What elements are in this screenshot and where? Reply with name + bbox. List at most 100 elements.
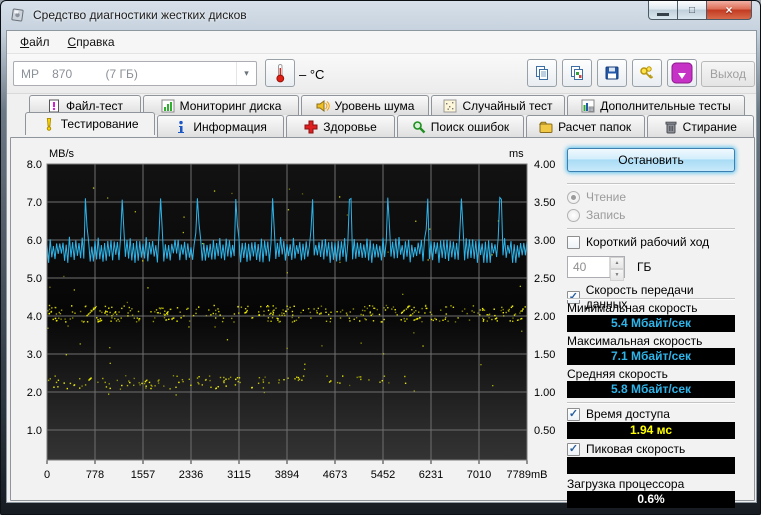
svg-text:4673: 4673 xyxy=(323,469,347,481)
separator xyxy=(567,402,735,404)
svg-text:5.0: 5.0 xyxy=(27,273,42,285)
radio-write-label: Запись xyxy=(586,208,625,222)
tab-label: Случайный тест xyxy=(462,99,552,113)
tab-random-test[interactable]: Случайный тест xyxy=(431,95,565,115)
tab-label: Мониторинг диска xyxy=(180,99,282,113)
svg-text:1.50: 1.50 xyxy=(534,349,555,361)
close-button[interactable]: × xyxy=(707,1,752,20)
svg-text:3894: 3894 xyxy=(275,469,299,481)
tab-strip: Файл-тест Мониторинг диска Уровень шума … xyxy=(7,94,756,138)
disk-icon xyxy=(9,7,26,23)
file-test-icon xyxy=(47,99,61,113)
tab-label: Файл-тест xyxy=(66,99,123,113)
svg-text:2.0: 2.0 xyxy=(27,387,42,399)
maximize-icon: □ xyxy=(689,5,695,16)
keys-icon xyxy=(638,65,656,81)
tab-label: Стирание xyxy=(683,120,737,134)
burst-rate-value xyxy=(567,457,735,474)
radio-write[interactable] xyxy=(567,209,580,222)
max-speed-label: Максимальная скорость xyxy=(567,334,735,348)
svg-text:4.0: 4.0 xyxy=(27,311,42,323)
chevron-down-icon[interactable]: ▾ xyxy=(236,62,256,85)
bar-chart-icon xyxy=(161,99,175,113)
burst-rate-label: Пиковая скорость xyxy=(586,442,685,456)
cpu-usage-value: 0.6% xyxy=(567,491,735,508)
svg-text:6231: 6231 xyxy=(419,469,443,481)
svg-text:1557: 1557 xyxy=(131,469,155,481)
close-icon: × xyxy=(725,3,732,17)
tab-disk-monitoring[interactable]: Мониторинг диска xyxy=(143,95,299,115)
svg-text:0.50: 0.50 xyxy=(534,425,555,437)
tab-erase[interactable]: Стирание xyxy=(647,115,754,138)
temperature-value: – °C xyxy=(299,67,324,82)
tab-folder-usage[interactable]: Расчет папок xyxy=(526,115,645,138)
separator xyxy=(567,228,735,230)
stop-button[interactable]: Остановить xyxy=(567,148,735,172)
speaker-icon xyxy=(316,99,330,113)
short-stroke-size-input[interactable]: 40 ▲ ▼ xyxy=(567,256,625,278)
access-time-value: 1.94 мс xyxy=(567,422,735,439)
tab-additional-tests[interactable]: Дополнительные тесты xyxy=(567,95,745,115)
checkbox-short-stroke[interactable] xyxy=(567,236,580,249)
svg-text:7.0: 7.0 xyxy=(27,197,42,209)
save-button[interactable] xyxy=(597,59,627,87)
tab-label: Дополнительные тесты xyxy=(600,99,730,113)
tab-error-scan[interactable]: Поиск ошибок xyxy=(397,115,524,138)
toolbar: MP 870 (7 ГБ) ▾ – °C xyxy=(7,54,756,94)
short-stroke-unit: ГБ xyxy=(637,260,651,274)
copy-button[interactable] xyxy=(527,59,557,87)
options-button[interactable] xyxy=(632,59,662,87)
copy-image-button[interactable] xyxy=(562,59,592,87)
svg-text:3115: 3115 xyxy=(227,469,251,481)
separator xyxy=(567,183,735,185)
exit-button[interactable]: Выход xyxy=(701,61,755,87)
trash-icon xyxy=(664,120,678,134)
thermometer-icon xyxy=(273,63,287,83)
menu-file[interactable]: Файл xyxy=(11,32,59,52)
menu-help[interactable]: Справка xyxy=(59,32,124,52)
chart-grid-icon xyxy=(581,99,595,113)
drive-select-value: MP 870 (7 ГБ) xyxy=(14,67,236,81)
svg-text:2336: 2336 xyxy=(179,469,203,481)
short-stroke-size-value: 40 xyxy=(568,257,609,277)
svg-text:2.00: 2.00 xyxy=(534,311,555,323)
cpu-usage-label: Загрузка процессора xyxy=(567,477,735,491)
svg-text:3.0: 3.0 xyxy=(27,349,42,361)
chart-plot: MB/sms8.07.06.05.04.03.02.01.04.003.503.… xyxy=(13,138,581,486)
tab-label: Тестирование xyxy=(61,117,139,131)
menu-bar: Файл Справка xyxy=(7,31,756,54)
tab-testing[interactable]: Тестирование xyxy=(25,112,155,135)
folder-icon xyxy=(539,120,553,134)
minimize-button[interactable] xyxy=(648,1,678,20)
tab-label: Уровень шума xyxy=(335,99,415,113)
access-time-label: Время доступа xyxy=(586,407,670,421)
exclamation-icon xyxy=(42,117,56,131)
random-dots-icon xyxy=(443,99,457,113)
maximize-button[interactable]: □ xyxy=(678,1,707,20)
radio-read-label: Чтение xyxy=(586,190,626,204)
drive-select[interactable]: MP 870 (7 ГБ) ▾ xyxy=(13,61,257,86)
save-icon xyxy=(604,65,620,81)
svg-text:1.0: 1.0 xyxy=(27,425,42,437)
title-bar[interactable]: Средство диагностики жестких дисков □ × xyxy=(1,1,760,29)
checkbox-burst-rate[interactable]: ✓ xyxy=(567,443,580,456)
checkbox-access-time[interactable]: ✓ xyxy=(567,408,580,421)
temperature-button[interactable] xyxy=(265,59,295,87)
svg-text:3.50: 3.50 xyxy=(534,197,555,209)
spin-down-icon[interactable]: ▼ xyxy=(610,269,624,281)
radio-read[interactable] xyxy=(567,191,580,204)
min-speed-value: 5.4 Мбайт/сек xyxy=(567,315,735,332)
svg-text:8.0: 8.0 xyxy=(27,159,42,171)
spin-up-icon[interactable]: ▲ xyxy=(610,257,624,269)
tab-health[interactable]: Здоровье xyxy=(286,115,395,138)
down-arrow-icon xyxy=(671,62,693,84)
svg-text:7789mB: 7789mB xyxy=(507,469,548,481)
tab-label: Расчет папок xyxy=(558,120,631,134)
tab-noise-level[interactable]: Уровень шума xyxy=(301,95,429,115)
tab-information[interactable]: Информация xyxy=(157,115,284,138)
app-window: Средство диагностики жестких дисков □ × … xyxy=(0,0,761,515)
download-button[interactable] xyxy=(667,59,697,87)
avg-speed-value: 5.8 Мбайт/сек xyxy=(567,381,735,398)
max-speed-value: 7.1 Мбайт/сек xyxy=(567,348,735,365)
min-speed-label: Минимальная скорость xyxy=(567,301,735,315)
